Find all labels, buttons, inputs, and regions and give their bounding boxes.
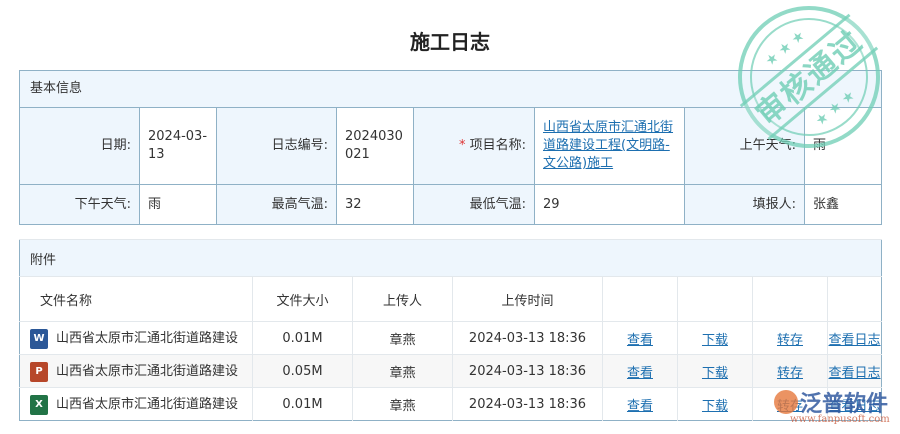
file-name-cell: X 山西省太原市汇通北街道路建设	[19, 387, 253, 421]
basic-info-table: 基本信息 日期: 2024-03-13 日志编号: 2024030021 * 项…	[18, 70, 883, 225]
download-link[interactable]: 下载	[702, 333, 728, 348]
word-icon: W	[30, 328, 48, 349]
col-header-uploader: 上传人	[352, 276, 453, 322]
project-cell: 山西省太原市汇通北街道路建设工程(文明路-文公路)施工	[534, 107, 685, 185]
save-link[interactable]: 转存	[777, 333, 803, 348]
am-weather-value: 雨	[803, 107, 883, 185]
log-no-label: 日志编号:	[216, 107, 337, 185]
view-cell: 查看	[602, 321, 678, 355]
upload-time: 2024-03-13 18:36	[452, 387, 603, 421]
view-link[interactable]: 查看	[627, 399, 653, 414]
view-link[interactable]: 查看	[627, 366, 653, 381]
project-link[interactable]: 山西省太原市汇通北街道路建设工程(文明路-文公路)施工	[543, 120, 673, 171]
reporter-value: 张鑫	[803, 184, 883, 225]
save-cell: 转存	[752, 387, 828, 421]
file-size: 0.01M	[252, 387, 353, 421]
uploader: 章燕	[352, 354, 453, 388]
min-temp-value: 29	[534, 184, 685, 225]
download-cell: 下载	[677, 321, 753, 355]
view-log-link[interactable]: 查看日志	[829, 333, 881, 348]
col-header-empty	[752, 276, 828, 322]
required-marker: *	[458, 138, 466, 153]
file-name: 山西省太原市汇通北街道路建设	[56, 397, 239, 413]
file-name-cell: W 山西省太原市汇通北街道路建设	[19, 321, 253, 355]
attachments-table: 附件 文件名称 文件大小 上传人 上传时间 W 山西省太原市汇通北街道路建设 0.…	[19, 239, 883, 421]
pm-weather-label: 下午天气:	[19, 184, 140, 225]
reporter-label: 填报人:	[684, 184, 805, 225]
download-cell: 下载	[677, 387, 753, 421]
col-header-size: 文件大小	[252, 276, 353, 322]
col-header-empty	[602, 276, 678, 322]
col-header-empty	[677, 276, 753, 322]
download-link[interactable]: 下载	[702, 399, 728, 414]
col-header-time: 上传时间	[452, 276, 603, 322]
view-cell: 查看	[602, 354, 678, 388]
view-link[interactable]: 查看	[627, 333, 653, 348]
log-cell: 查看日志	[826, 354, 882, 388]
col-header-empty	[826, 276, 882, 322]
download-link[interactable]: 下载	[702, 366, 728, 381]
upload-time: 2024-03-13 18:36	[452, 354, 603, 388]
save-cell: 转存	[752, 321, 828, 355]
date-value: 2024-03-13	[139, 107, 217, 185]
pm-weather-value: 雨	[139, 184, 217, 225]
log-cell: 查看日志	[826, 387, 882, 421]
attachment-row: W 山西省太原市汇通北街道路建设 0.01M 章燕 2024-03-13 18:3…	[19, 321, 882, 355]
view-cell: 查看	[602, 387, 678, 421]
upload-time: 2024-03-13 18:36	[452, 321, 603, 355]
log-cell: 查看日志	[826, 321, 882, 355]
max-temp-value: 32	[336, 184, 414, 225]
attachment-row: X 山西省太原市汇通北街道路建设 0.01M 章燕 2024-03-13 18:3…	[19, 387, 882, 421]
min-temp-label: 最低气温:	[413, 184, 535, 225]
project-label: 项目名称:	[469, 138, 526, 153]
save-link[interactable]: 转存	[777, 366, 803, 381]
file-size: 0.05M	[252, 354, 353, 388]
download-cell: 下载	[677, 354, 753, 388]
project-label-cell: * 项目名称:	[413, 107, 535, 185]
excel-icon: X	[30, 394, 48, 415]
file-name: 山西省太原市汇通北街道路建设	[56, 331, 239, 347]
date-label: 日期:	[19, 107, 140, 185]
section-header-basic: 基本信息	[18, 70, 883, 108]
uploader: 章燕	[352, 321, 453, 355]
max-temp-label: 最高气温:	[216, 184, 337, 225]
col-header-name: 文件名称	[19, 276, 253, 322]
log-no-value: 2024030021	[336, 107, 414, 185]
view-log-link[interactable]: 查看日志	[829, 366, 881, 381]
attachment-row: P 山西省太原市汇通北街道路建设 0.05M 章燕 2024-03-13 18:3…	[19, 354, 882, 388]
file-size: 0.01M	[252, 321, 353, 355]
save-link[interactable]: 转存	[777, 399, 803, 414]
page-title: 施工日志	[410, 30, 490, 54]
view-log-link[interactable]: 查看日志	[829, 399, 881, 414]
section-header-attachments: 附件	[19, 239, 882, 277]
powerpoint-icon: P	[30, 361, 48, 382]
file-name-cell: P 山西省太原市汇通北街道路建设	[19, 354, 253, 388]
save-cell: 转存	[752, 354, 828, 388]
uploader: 章燕	[352, 387, 453, 421]
am-weather-label: 上午天气:	[684, 107, 805, 185]
file-name: 山西省太原市汇通北街道路建设	[56, 364, 239, 380]
